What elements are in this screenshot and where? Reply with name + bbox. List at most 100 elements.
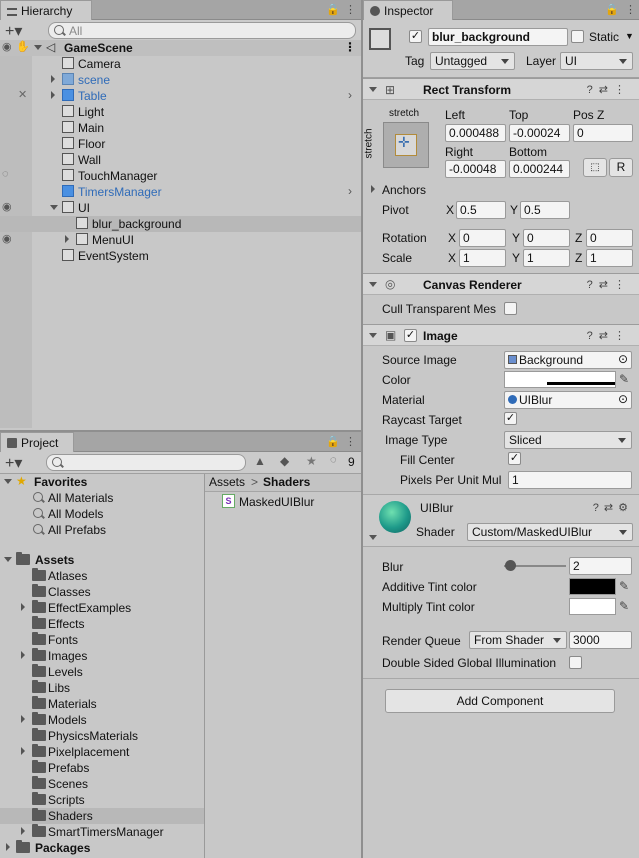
favorite-star-icon[interactable]: ★ [306, 454, 317, 468]
folder-item[interactable]: Prefabs [0, 760, 204, 776]
expand-arrow[interactable] [21, 651, 25, 659]
expand-arrow[interactable] [4, 557, 12, 562]
component-actions[interactable]: ?⇄⋮ [587, 329, 631, 342]
object-picker-icon[interactable]: ⊙ [618, 352, 628, 366]
favorites-row[interactable]: ★ Favorites [0, 474, 204, 490]
create-button[interactable]: +▾ [5, 21, 22, 41]
expand-arrow[interactable] [6, 843, 10, 851]
hierarchy-item-ui[interactable]: ◉ UI [0, 200, 361, 216]
lock-icon[interactable]: 🔒 [326, 435, 340, 448]
eyedropper-icon[interactable]: ✎ [619, 599, 629, 613]
scale-z-field[interactable]: 1 [586, 249, 633, 267]
scale-y-field[interactable]: 1 [523, 249, 570, 267]
expand-arrow[interactable] [371, 185, 375, 193]
rotation-x-field[interactable]: 0 [459, 229, 506, 247]
menu-dots-icon[interactable]: ⋮ [345, 435, 356, 448]
fill-center-checkbox[interactable]: ✓ [508, 452, 521, 465]
posz-field[interactable]: 0 [573, 124, 633, 142]
image-header[interactable]: ▣ ✓ Image ?⇄⋮ [363, 324, 639, 346]
static-dropdown-icon[interactable]: ▼ [625, 31, 634, 41]
double-sided-gi-checkbox[interactable] [569, 656, 582, 669]
canvas-renderer-header[interactable]: ◎ Canvas Renderer ?⇄⋮ [363, 273, 639, 295]
tab-inspector[interactable]: Inspector [363, 0, 453, 20]
tab-project[interactable]: Project [0, 432, 74, 452]
folder-item[interactable]: Pixelplacement [0, 744, 204, 760]
collapse-arrow[interactable] [369, 87, 377, 92]
favorite-item[interactable]: All Materials [0, 490, 204, 506]
blueprint-mode-button[interactable]: ⬚ [583, 158, 607, 177]
horizontal-divider[interactable] [0, 430, 361, 432]
search-by-label-icon[interactable]: ◆ [280, 454, 289, 468]
top-field[interactable]: -0.00024 [509, 124, 570, 142]
component-actions[interactable]: ?⇄⋮ [587, 278, 631, 291]
raw-edit-button[interactable]: R [609, 158, 633, 177]
hierarchy-item-blur-background[interactable]: blur_background [0, 216, 361, 232]
static-checkbox[interactable] [571, 30, 584, 43]
right-field[interactable]: -0.00048 [445, 160, 506, 178]
expand-arrow[interactable] [34, 45, 42, 50]
menu-dots-icon[interactable]: ⋮ [345, 3, 356, 16]
hierarchy-item-scene[interactable]: scene [0, 72, 361, 88]
anchor-preset-box[interactable]: ✛ [383, 122, 429, 168]
pickable-icon[interactable]: ✋ [16, 40, 30, 53]
material-field[interactable]: UIBlur ⊙ [504, 391, 632, 409]
project-splitter[interactable] [204, 474, 205, 858]
expand-arrow[interactable] [21, 747, 25, 755]
render-queue-dropdown[interactable]: From Shader [469, 631, 567, 649]
hierarchy-item-light[interactable]: Light [0, 104, 361, 120]
hierarchy-item-floor[interactable]: Floor [0, 136, 361, 152]
rotation-y-field[interactable]: 0 [523, 229, 570, 247]
anchors-foldout[interactable]: Anchors [371, 182, 491, 198]
file-item[interactable]: S MaskedUIBlur [205, 494, 361, 510]
rect-transform-header[interactable]: ⊞ Rect Transform ?⇄⋮ [363, 78, 639, 100]
create-button[interactable]: +▾ [5, 453, 22, 473]
collapse-arrow[interactable] [369, 282, 377, 287]
raycast-target-checkbox[interactable]: ✓ [504, 412, 517, 425]
hierarchy-item-table[interactable]: ✕ Table › [0, 88, 361, 104]
expand-arrow[interactable] [21, 603, 25, 611]
menu-dots-icon[interactable]: ⋮ [625, 3, 636, 16]
folder-item[interactable]: PhysicsMaterials [0, 728, 204, 744]
folder-item[interactable]: EffectExamples [0, 600, 204, 616]
expand-arrow[interactable] [21, 715, 25, 723]
hierarchy-item-wall[interactable]: Wall [0, 152, 361, 168]
tag-dropdown[interactable]: Untagged [430, 52, 515, 70]
expand-arrow[interactable] [51, 91, 55, 99]
folder-item[interactable]: SmartTimersManager [0, 824, 204, 840]
folder-item[interactable]: Images [0, 648, 204, 664]
chevron-right-icon[interactable]: › [348, 88, 352, 102]
pivot-x-field[interactable]: 0.5 [456, 201, 506, 219]
tab-hierarchy[interactable]: Hierarchy [0, 0, 92, 20]
expand-arrow[interactable] [65, 235, 69, 243]
collapse-arrow[interactable] [369, 333, 377, 338]
expand-arrow[interactable] [4, 479, 12, 484]
color-swatch[interactable] [504, 371, 616, 388]
visibility-icon[interactable]: ◉ [2, 40, 12, 53]
blur-field[interactable]: 2 [569, 557, 632, 575]
favorite-item[interactable]: All Models [0, 506, 204, 522]
lock-icon[interactable]: 🔒 [326, 3, 340, 16]
folder-item[interactable]: Effects [0, 616, 204, 632]
eyedropper-icon[interactable]: ✎ [619, 579, 629, 593]
scene-menu-icon[interactable]: ⋮ [344, 40, 356, 54]
project-search-input[interactable] [46, 454, 246, 471]
folder-item[interactable]: Libs [0, 680, 204, 696]
breadcrumb-assets[interactable]: Assets [209, 475, 245, 489]
favorite-item[interactable]: All Prefabs [0, 522, 204, 538]
collapse-arrow[interactable] [369, 535, 377, 540]
chevron-right-icon[interactable]: › [348, 184, 352, 198]
folder-item[interactable]: Atlases [0, 568, 204, 584]
source-image-field[interactable]: Background ⊙ [504, 351, 632, 369]
visibility-icon[interactable]: ◉ [2, 232, 12, 245]
folder-item[interactable]: Classes [0, 584, 204, 600]
object-name-input[interactable]: blur_background [428, 28, 568, 46]
active-checkbox[interactable]: ✓ [409, 30, 422, 43]
folder-item[interactable]: Scripts [0, 792, 204, 808]
blur-slider[interactable] [504, 558, 566, 574]
folder-item[interactable]: Scenes [0, 776, 204, 792]
hidden-pick-icon[interactable]: ✕ [18, 88, 27, 101]
cull-transparent-checkbox[interactable] [504, 302, 517, 315]
object-picker-icon[interactable]: ⊙ [618, 392, 628, 406]
layer-dropdown[interactable]: UI [560, 52, 633, 70]
expand-arrow[interactable] [21, 827, 25, 835]
